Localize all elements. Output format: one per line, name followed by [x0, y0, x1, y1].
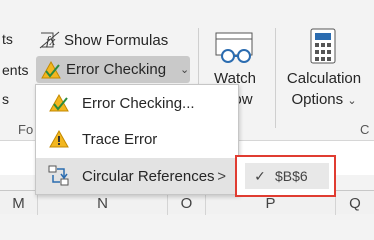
show-formulas-button[interactable]: fx Show Formulas — [38, 28, 168, 52]
circular-reference-address: $B$6 — [275, 168, 308, 184]
chevron-right-icon: > — [217, 167, 226, 185]
show-formulas-label: Show Formulas — [64, 31, 169, 49]
svg-text:fx: fx — [46, 33, 56, 48]
menu-item-label: Error Checking... — [82, 94, 195, 112]
calculation-options-label-text: Options — [291, 91, 344, 108]
warning-check-icon — [39, 59, 63, 81]
checkmark-icon: ✓ — [254, 167, 266, 184]
chevron-down-icon: ⌄ — [347, 95, 357, 107]
calculation-options-label-1: Calculation — [286, 70, 362, 87]
menu-item-circular-references[interactable]: Circular References > — [36, 158, 238, 194]
calculation-options-label-2: Options ⌄ — [282, 89, 366, 112]
glasses-icon — [215, 32, 253, 63]
circular-reference-item[interactable]: ✓ $B$6 — [245, 163, 329, 189]
group-label-calculation: C — [360, 122, 370, 137]
cut-label-1: ts — [2, 31, 13, 47]
cut-label-3: s — [2, 91, 9, 107]
chevron-down-icon: ⌄ — [180, 64, 190, 76]
menu-item-label: Circular References — [82, 167, 215, 185]
fx-icon: fx — [38, 29, 62, 51]
calculation-options-button[interactable]: Calculation Options ⌄ — [282, 26, 366, 110]
error-checking-button[interactable]: Error Checking ⌄ — [36, 56, 190, 83]
error-checking-dropdown-menu: Error Checking... Trace Error Circular R… — [35, 84, 239, 195]
menu-item-error-checking[interactable]: Error Checking... — [36, 85, 238, 121]
group-label-formula-auditing: Fo — [18, 122, 34, 137]
calculator-icon — [310, 28, 336, 64]
separator — [275, 28, 276, 128]
menu-item-label: Trace Error — [82, 130, 158, 148]
menu-item-trace-error[interactable]: Trace Error — [36, 121, 238, 157]
column-header[interactable]: M — [0, 191, 37, 215]
cut-label-2: ents — [2, 62, 29, 78]
circular-reference-icon — [36, 165, 82, 187]
warning-triangle-icon — [36, 129, 82, 149]
warning-check-icon — [36, 93, 82, 113]
error-checking-label: Error Checking — [66, 61, 167, 78]
column-header[interactable]: Q — [335, 191, 374, 215]
circular-references-submenu: ✓ $B$6 — [235, 155, 336, 197]
